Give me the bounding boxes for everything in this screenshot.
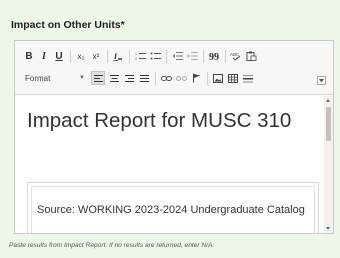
align-center-icon — [109, 74, 119, 82]
align-right-button[interactable] — [123, 70, 135, 86]
numbered-list-button[interactable]: 12 — [134, 48, 146, 64]
bold-button[interactable]: B — [23, 48, 35, 64]
toolbar-separator — [203, 49, 204, 63]
bullet-list-icon — [150, 52, 161, 60]
chevron-down-icon: ▼ — [79, 75, 85, 81]
outdent-icon — [172, 52, 183, 60]
toolbar-separator — [129, 49, 130, 63]
horizontal-rule-button[interactable] — [242, 70, 254, 86]
underline-button[interactable]: U — [53, 48, 65, 64]
unlink-icon — [175, 75, 187, 81]
quote-icon: 99 — [209, 52, 219, 61]
scroll-up-arrow-icon[interactable] — [326, 99, 330, 102]
rich-text-editor[interactable]: B I U x₂ x² I 12 99 ABC Format ▼ Impact … — [14, 40, 334, 234]
editor-toolbar: B I U x₂ x² I 12 99 ABC Format ▼ — [15, 41, 333, 95]
toolbar-row-2: Format ▼ — [23, 68, 257, 88]
link-icon — [160, 75, 172, 81]
toolbar-separator — [155, 71, 156, 85]
unlink-button[interactable] — [175, 70, 187, 86]
report-source-text: Source: WORKING 2023-2024 Undergraduate … — [37, 204, 305, 216]
scrollbar-thumb[interactable] — [326, 107, 331, 141]
blockquote-button[interactable]: 99 — [208, 48, 220, 64]
svg-text:I: I — [113, 52, 118, 61]
toolbar-collapse-button[interactable] — [317, 76, 326, 85]
svg-text:ABC: ABC — [230, 52, 240, 57]
horizontal-rule-icon — [243, 74, 253, 82]
align-left-icon — [93, 74, 103, 82]
field-hint: Paste results from Impact Report. If no … — [9, 242, 215, 249]
align-center-button[interactable] — [108, 70, 120, 86]
align-right-icon — [124, 74, 134, 82]
align-left-button[interactable] — [91, 71, 105, 85]
report-title: Impact Report for MUSC 310 — [27, 109, 292, 132]
remove-format-icon: I — [113, 52, 123, 61]
indent-icon — [187, 52, 198, 60]
outdent-button[interactable] — [171, 48, 183, 64]
toolbar-separator — [166, 49, 167, 63]
toolbar-row-1: B I U x₂ x² I 12 99 ABC — [23, 48, 260, 64]
spellcheck-icon: ABC — [230, 52, 241, 61]
toolbar-separator — [207, 71, 208, 85]
link-button[interactable] — [160, 70, 172, 86]
format-dropdown[interactable]: Format ▼ — [23, 70, 87, 86]
editor-content-area[interactable]: Impact Report for MUSC 310 Source: WORKI… — [15, 96, 333, 233]
vertical-scrollbar[interactable] — [324, 96, 333, 233]
justify-icon — [139, 74, 149, 82]
collapse-triangle-icon — [319, 78, 324, 82]
toolbar-separator — [107, 49, 108, 63]
table-button[interactable] — [227, 70, 239, 86]
paste-text-button[interactable] — [245, 48, 257, 64]
toolbar-separator — [225, 49, 226, 63]
image-icon — [213, 73, 223, 83]
scroll-down-arrow-icon[interactable] — [326, 227, 330, 230]
format-dropdown-label: Format — [25, 73, 51, 83]
svg-text:1: 1 — [135, 52, 137, 56]
paste-icon — [246, 51, 256, 61]
table-icon — [228, 73, 238, 83]
image-button[interactable] — [212, 70, 224, 86]
italic-button[interactable]: I — [38, 48, 50, 64]
anchor-button[interactable] — [190, 70, 202, 86]
numbered-list-icon: 12 — [135, 52, 146, 61]
toolbar-separator — [70, 49, 71, 63]
subscript-button[interactable]: x₂ — [75, 48, 87, 64]
superscript-button[interactable]: x² — [90, 48, 102, 64]
bullet-list-button[interactable] — [149, 48, 161, 64]
spellcheck-button[interactable]: ABC — [230, 48, 242, 64]
svg-text:99: 99 — [209, 52, 219, 61]
remove-format-button[interactable]: I — [112, 48, 124, 64]
svg-text:2: 2 — [135, 57, 137, 61]
field-label: Impact on Other Units* — [11, 19, 125, 31]
indent-button[interactable] — [186, 48, 198, 64]
justify-button[interactable] — [138, 70, 150, 86]
flag-icon — [192, 73, 200, 83]
